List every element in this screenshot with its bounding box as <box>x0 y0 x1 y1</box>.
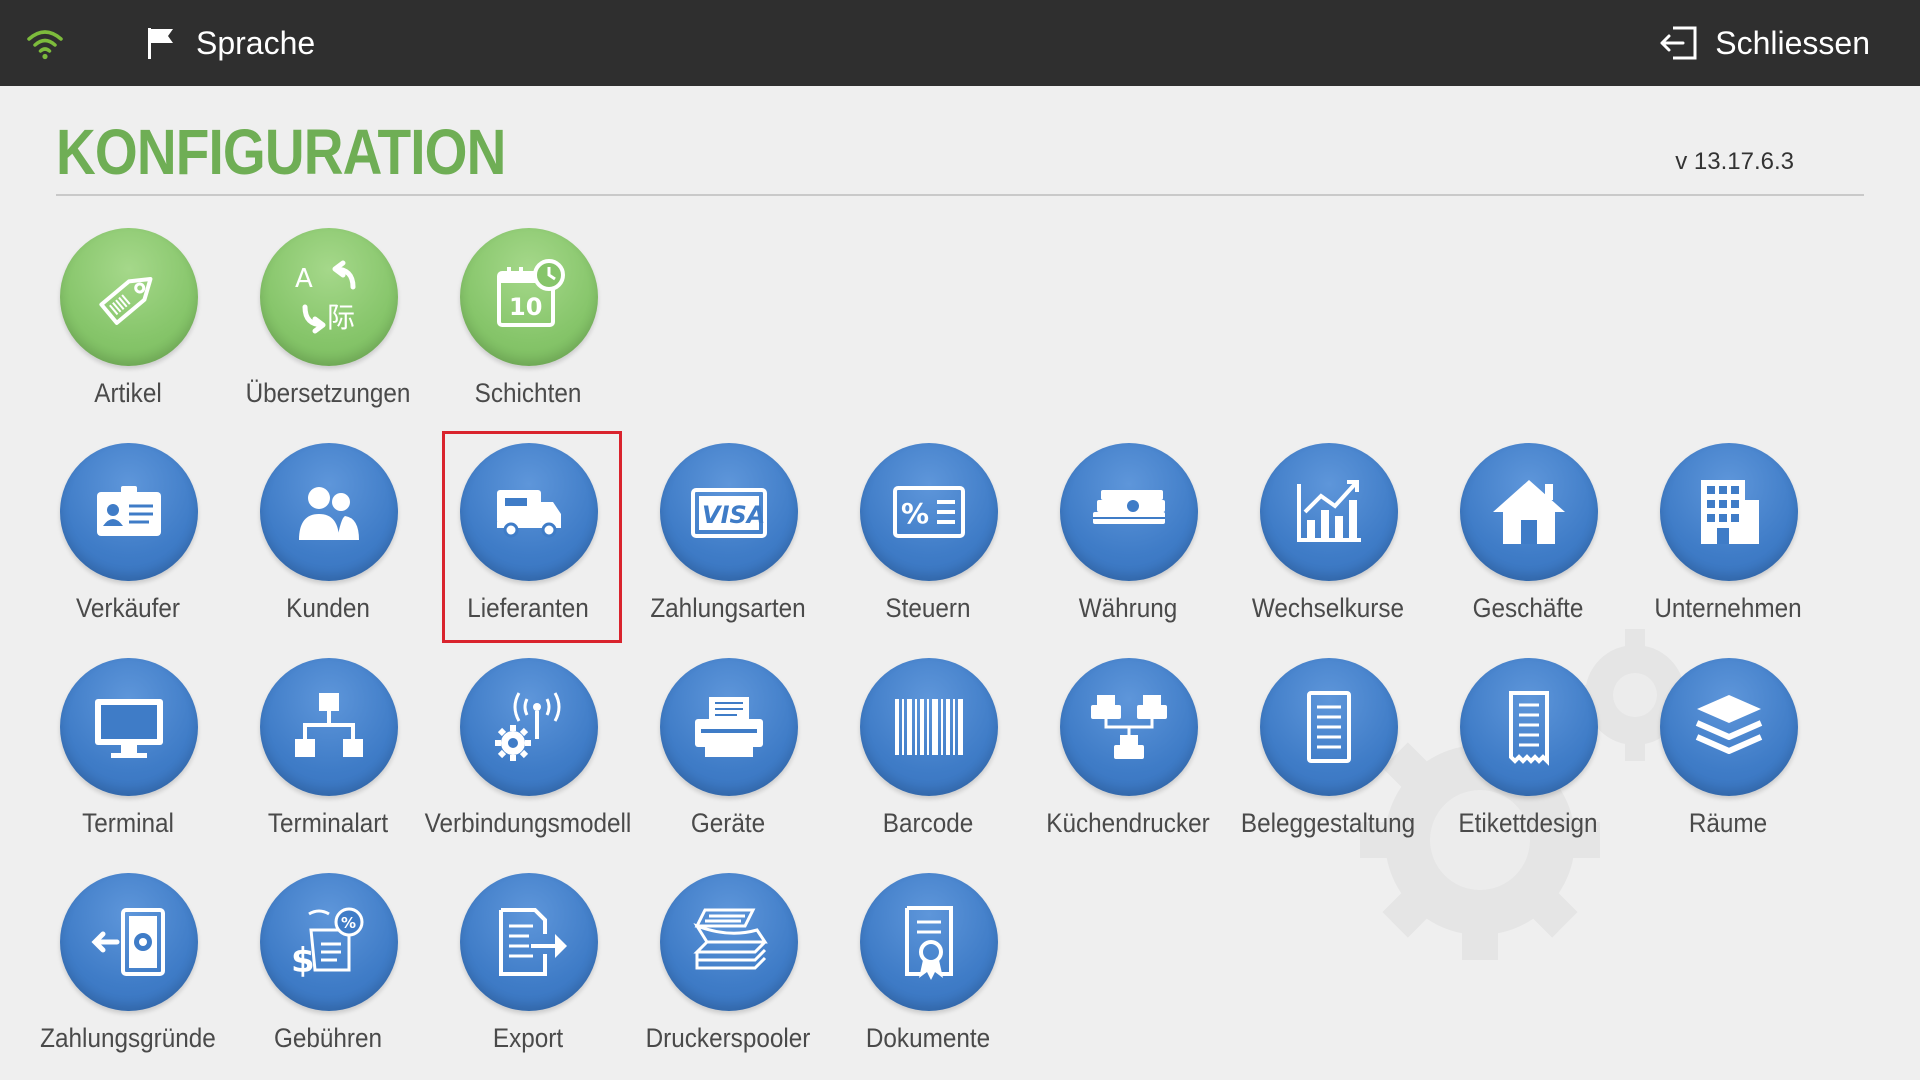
cash-in-icon <box>60 873 198 1011</box>
tile-kuechendrucker[interactable]: Küchendrucker <box>1028 656 1228 846</box>
svg-text:%: % <box>341 914 356 932</box>
tile-label: Verbindungsmodell <box>424 808 632 838</box>
tile-zahlungsgruende[interactable]: Zahlungsgründe <box>28 871 228 1061</box>
tile-label: Artikel <box>94 378 162 408</box>
tile-label: Schichten <box>474 378 582 408</box>
tile-label: Barcode <box>882 808 974 838</box>
header-divider <box>56 194 1864 196</box>
tile-label: Dokumente <box>865 1023 991 1053</box>
tile-etikettdesign[interactable]: Etikettdesign <box>1428 656 1628 846</box>
page-title: KONFIGURATION <box>56 116 506 188</box>
barcode-icon <box>860 658 998 796</box>
truck-icon <box>460 443 598 581</box>
config-grid: Artikel A 际 Übersetzungen 10 Schichten Verkäuf… <box>28 226 1888 1066</box>
building-icon <box>1660 443 1798 581</box>
tile-unternehmen[interactable]: Unternehmen <box>1628 441 1828 631</box>
tile-verbindungsmodell[interactable]: Verbindungsmodell <box>425 656 631 846</box>
id-card-icon <box>60 443 198 581</box>
svg-text:10: 10 <box>509 293 542 321</box>
svg-text:际: 际 <box>327 301 355 334</box>
tile-dokumente[interactable]: Dokumente <box>828 871 1028 1061</box>
language-button[interactable]: Sprache <box>145 22 315 64</box>
close-button[interactable]: Schliessen <box>1659 22 1870 64</box>
tile-terminal[interactable]: Terminal <box>28 656 228 846</box>
tile-terminalart[interactable]: Terminalart <box>228 656 428 846</box>
tile-label: Druckerspooler <box>645 1023 811 1053</box>
language-label: Sprache <box>196 24 316 61</box>
users-icon <box>260 443 398 581</box>
tile-export[interactable]: Export <box>428 871 628 1061</box>
fees-icon: $% <box>260 873 398 1011</box>
tile-raeume[interactable]: Räume <box>1628 656 1828 846</box>
tile-label: Steuern <box>885 593 971 623</box>
tile-label: Verkäufer <box>75 593 181 623</box>
tile-barcode[interactable]: Barcode <box>828 656 1028 846</box>
printer-icon <box>660 658 798 796</box>
tile-label: Zahlungsgründe <box>40 1023 216 1053</box>
tile-label: Wechselkurse <box>1251 593 1405 623</box>
tile-label: Unternehmen <box>1654 593 1802 623</box>
svg-text:A: A <box>295 264 313 294</box>
tile-label: Übersetzungen <box>245 378 411 408</box>
svg-text:VISA: VISA <box>702 501 765 529</box>
tile-beleggestaltung[interactable]: Beleggestaltung <box>1228 656 1428 846</box>
tile-label: Beleggestaltung <box>1240 808 1416 838</box>
tile-label: Kunden <box>286 593 370 623</box>
visa-card-icon: VISA <box>660 443 798 581</box>
close-label: Schliessen <box>1715 24 1870 61</box>
calendar-clock-icon: 10 <box>460 228 598 366</box>
tile-label: Etikettdesign <box>1458 808 1598 838</box>
tile-label: Räume <box>1688 808 1768 838</box>
layers-icon <box>1660 658 1798 796</box>
tile-verkaeufer[interactable]: Verkäufer <box>28 441 228 631</box>
tile-lieferanten[interactable]: Lieferanten <box>428 441 628 631</box>
wifi-icon <box>27 30 63 60</box>
tile-label: Geräte <box>690 808 766 838</box>
tile-steuern[interactable]: % Steuern <box>828 441 1028 631</box>
money-stack-icon <box>1060 443 1198 581</box>
tile-geschaefte[interactable]: Geschäfte <box>1428 441 1628 631</box>
percent-icon: % <box>860 443 998 581</box>
tile-gebuehren[interactable]: $% Gebühren <box>228 871 428 1061</box>
home-icon <box>1460 443 1598 581</box>
tile-label: Export <box>492 1023 564 1053</box>
tile-druckerspooler[interactable]: Druckerspooler <box>628 871 828 1061</box>
tile-uebersetzungen[interactable]: A 际 Übersetzungen <box>228 226 428 416</box>
svg-text:$: $ <box>291 941 315 981</box>
chart-up-icon <box>1260 443 1398 581</box>
tile-label: Währung <box>1078 593 1178 623</box>
top-bar: Sprache Schliessen <box>0 0 1920 86</box>
network-tree-icon <box>260 658 398 796</box>
tile-kunden[interactable]: Kunden <box>228 441 428 631</box>
tag-icon <box>60 228 198 366</box>
tile-zahlungsarten[interactable]: VISA Zahlungsarten <box>628 441 828 631</box>
svg-text:%: % <box>901 497 929 530</box>
tile-label: Gebühren <box>273 1023 383 1053</box>
receipt-icon <box>1460 658 1598 796</box>
exit-icon <box>1660 26 1697 60</box>
printers-network-icon <box>1060 658 1198 796</box>
tile-label: Geschäfte <box>1472 593 1584 623</box>
tile-schichten[interactable]: 10 Schichten <box>428 226 628 416</box>
export-icon <box>460 873 598 1011</box>
paper-stack-icon <box>660 873 798 1011</box>
certificate-icon <box>860 873 998 1011</box>
tile-waehrung[interactable]: Währung <box>1028 441 1228 631</box>
flag-icon <box>148 28 173 59</box>
tile-artikel[interactable]: Artikel <box>28 226 228 416</box>
tile-label: Terminalart <box>267 808 389 838</box>
version-label: v 13.17.6.3 <box>1675 148 1794 175</box>
document-lines-icon <box>1260 658 1398 796</box>
tile-label: Terminal <box>82 808 174 838</box>
tile-geraete[interactable]: Geräte <box>628 656 828 846</box>
tile-label: Lieferanten <box>467 593 589 623</box>
tile-label: Küchendrucker <box>1046 808 1210 838</box>
tile-label: Zahlungsarten <box>650 593 806 623</box>
tile-wechselkurse[interactable]: Wechselkurse <box>1228 441 1428 631</box>
translate-icon: A际 <box>260 228 398 366</box>
antenna-gear-icon <box>460 658 598 796</box>
monitor-icon <box>60 658 198 796</box>
